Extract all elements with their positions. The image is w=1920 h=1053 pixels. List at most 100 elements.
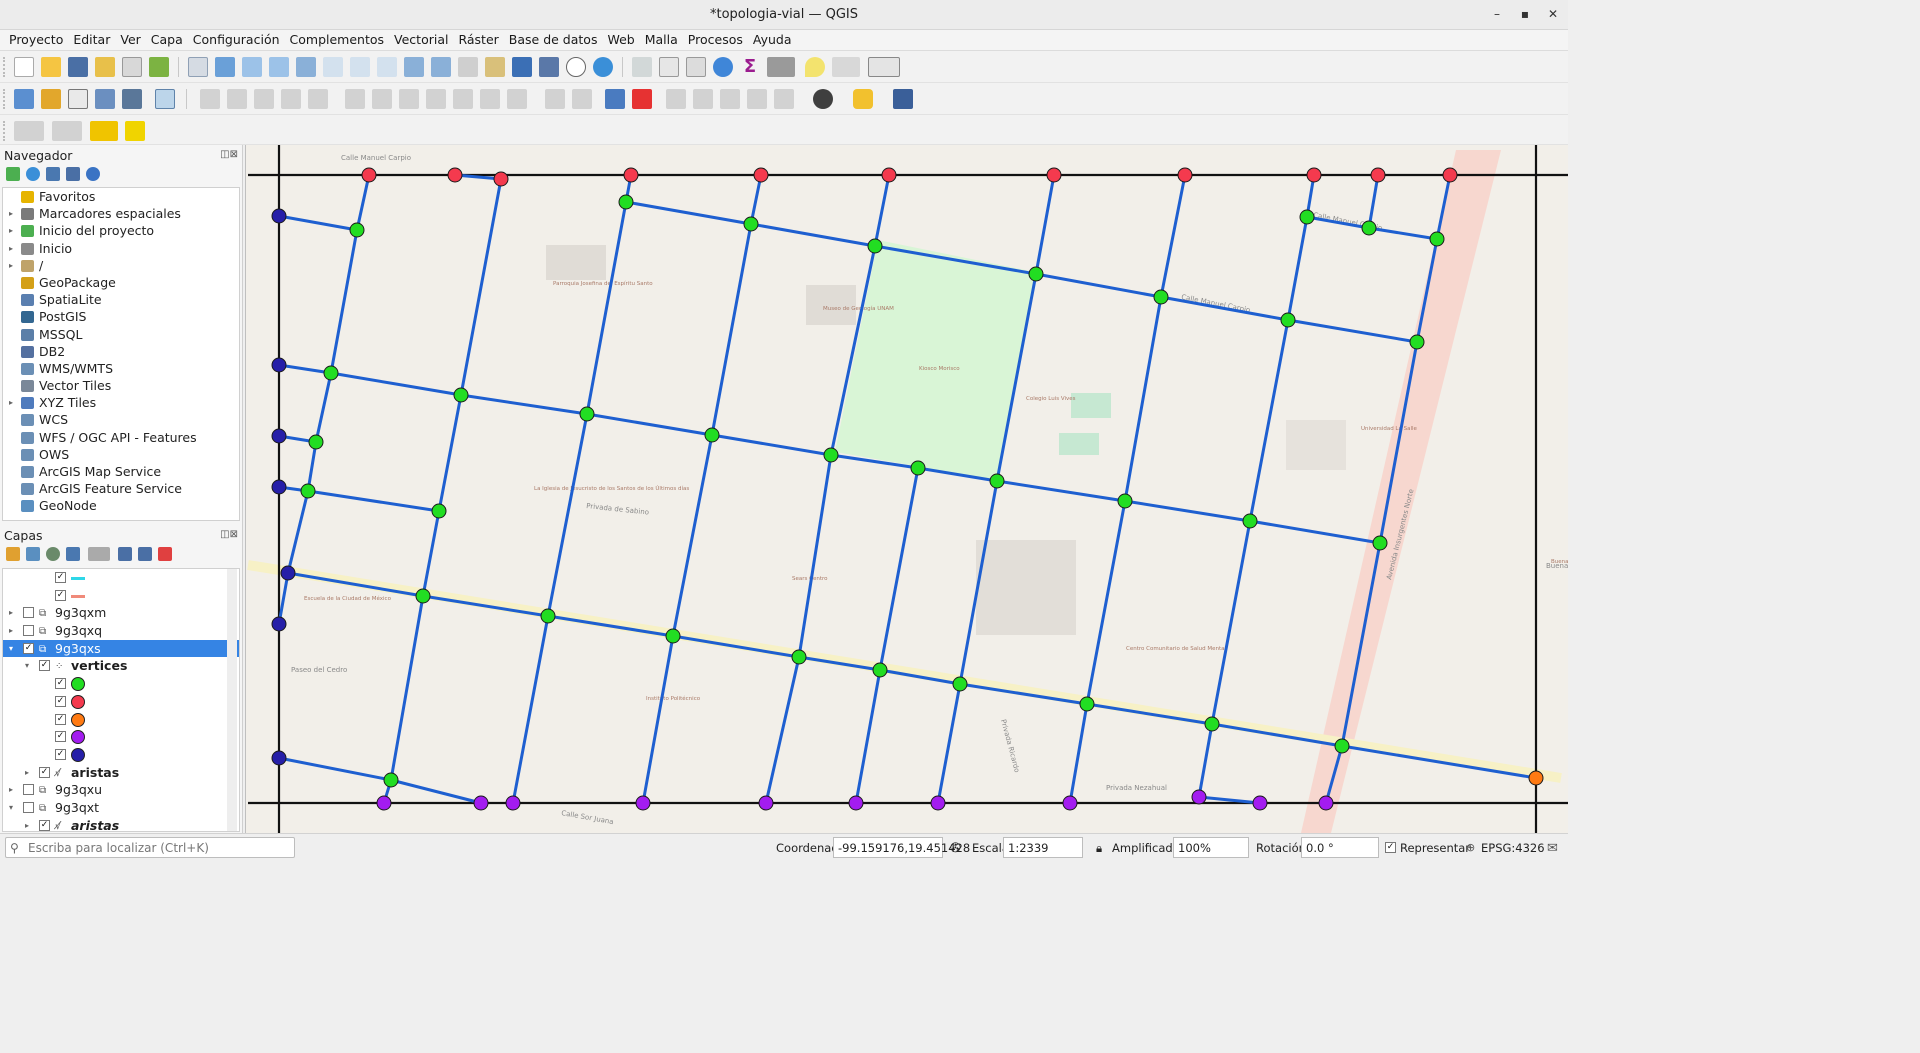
menu-web[interactable]: Web (602, 30, 639, 50)
expand-arrow-icon[interactable]: ▸ (25, 764, 29, 781)
layer-row[interactable]: ✓ (3, 728, 239, 746)
expand-arrow-icon[interactable]: ▸ (9, 205, 13, 222)
layer-visibility-checkbox[interactable]: ✓ (55, 731, 66, 743)
layer-row[interactable]: ▸ ⧉ 9g3qxu (3, 781, 239, 799)
navigator-item[interactable]: OWS (3, 446, 239, 463)
coordinate-toggle-icon[interactable]: ✇ (950, 841, 961, 856)
lock-icon[interactable]: 🔒︎ (1096, 841, 1102, 856)
rotate-label-icon[interactable] (747, 89, 767, 109)
refresh-icon[interactable] (26, 167, 40, 181)
panel-float-close-icon[interactable]: ◫⊠ (220, 149, 238, 160)
zoom-full-icon[interactable] (296, 57, 316, 77)
remove-layer-icon[interactable] (158, 547, 172, 561)
map-tips-icon[interactable] (805, 57, 825, 77)
undo-icon[interactable] (480, 89, 500, 109)
select-location-icon[interactable] (125, 121, 145, 141)
temporal-controller-icon[interactable] (566, 57, 586, 77)
deselect-icon[interactable] (90, 121, 118, 141)
add-group-icon[interactable] (26, 547, 40, 561)
delete-selected-icon[interactable] (372, 89, 392, 109)
scale-combobox[interactable]: 1:2339 (1003, 837, 1083, 858)
new-project-icon[interactable] (14, 57, 34, 77)
expand-arrow-icon[interactable]: ▸ (25, 817, 29, 831)
layer-visibility-checkbox[interactable]: ✓ (55, 695, 66, 707)
zoom-native-icon[interactable] (377, 57, 397, 77)
expand-all-icon[interactable] (118, 547, 132, 561)
edit-pencil-icon[interactable] (200, 89, 220, 109)
locator-search-input[interactable]: Escriba para localizar (Ctrl+K) (5, 837, 295, 858)
messages-icon[interactable]: ✉ (1547, 841, 1558, 856)
menu-raster[interactable]: Ráster (453, 30, 503, 50)
pan-map-icon[interactable] (188, 57, 208, 77)
layer-visibility-checkbox[interactable]: ✓ (55, 572, 66, 583)
render-checkbox[interactable]: ✓ (1385, 842, 1396, 853)
expand-arrow-icon[interactable]: ▸ (9, 781, 13, 798)
menu-editar[interactable]: Editar (68, 30, 115, 50)
layer-row[interactable]: ✓ (3, 569, 239, 587)
vertex-tool-icon[interactable] (308, 89, 328, 109)
panel-float-close-icon[interactable]: ◫⊠ (220, 529, 238, 540)
menu-complementos[interactable]: Complementos (285, 30, 390, 50)
data-source-manager-icon[interactable] (14, 89, 34, 109)
map-canvas[interactable]: Calle Manuel Carpio Calle Manuel Carpio Ca… (245, 145, 1568, 833)
layer-visibility-checkbox[interactable]: ✓ (39, 819, 50, 831)
navigator-item[interactable]: PostGIS (3, 308, 239, 325)
menu-vectorial[interactable]: Vectorial (389, 30, 453, 50)
navigator-item[interactable]: ▸ Marcadores espaciales (3, 205, 239, 222)
layer-row[interactable]: ▸ ⧉ 9g3qxq (3, 622, 239, 640)
layer-visibility-checkbox[interactable] (23, 607, 34, 619)
layer-row[interactable]: ▸ ⧉ 9g3qxm (3, 604, 239, 622)
layer-visibility-checkbox[interactable] (23, 784, 34, 796)
layer-visibility-checkbox[interactable]: ✓ (23, 642, 34, 654)
layer-visibility-checkbox[interactable] (23, 801, 34, 813)
add-raster-layer-icon[interactable] (95, 89, 115, 109)
add-delimited-layer-icon[interactable] (155, 89, 175, 109)
label-tool-icon[interactable] (545, 89, 565, 109)
menu-capa[interactable]: Capa (146, 30, 188, 50)
pan-to-selection-icon[interactable] (215, 57, 235, 77)
menu-ver[interactable]: Ver (115, 30, 145, 50)
layer-row[interactable]: ▾ ⧉ 9g3qxt (3, 799, 239, 817)
expand-arrow-icon[interactable]: ▾ (9, 799, 13, 816)
layer-visibility-checkbox[interactable]: ✓ (55, 713, 66, 725)
show-bookmarks-icon[interactable] (539, 57, 559, 77)
layer-row[interactable]: ✓ (3, 746, 239, 764)
crs-button[interactable]: EPSG:4326 (1481, 841, 1545, 855)
show-hide-label-icon[interactable] (693, 89, 713, 109)
toolbar-grip[interactable] (3, 57, 7, 77)
navigator-item[interactable]: DB2 (3, 343, 239, 360)
rotation-spinbox[interactable]: 0.0 ° (1301, 837, 1379, 858)
expand-arrow-icon[interactable]: ▸ (9, 257, 13, 274)
layer-row[interactable]: ✓ (3, 711, 239, 729)
zoom-out-icon[interactable] (269, 57, 289, 77)
pin-label-icon[interactable] (666, 89, 686, 109)
processing-toolbox-icon[interactable] (713, 57, 733, 77)
layer-visibility-checkbox[interactable]: ✓ (55, 748, 66, 760)
collapse-all-icon[interactable] (138, 547, 152, 561)
layer-row[interactable]: ✓ (3, 693, 239, 711)
manage-visibility-icon[interactable] (46, 547, 60, 561)
move-label-icon[interactable] (720, 89, 740, 109)
style-manager-icon[interactable] (149, 57, 169, 77)
filter-icon[interactable] (46, 167, 60, 181)
zoom-next-icon[interactable] (431, 57, 451, 77)
navigator-item[interactable]: ▸ Inicio del proyecto (3, 222, 239, 239)
close-window-button[interactable]: ✕ (1545, 7, 1561, 21)
new-layer-icon[interactable] (41, 89, 61, 109)
text-annotation-icon[interactable] (868, 57, 900, 77)
expand-arrow-icon[interactable]: ▸ (9, 394, 13, 411)
expand-arrow-icon[interactable]: ▸ (9, 240, 13, 257)
navigator-item[interactable]: MSSQL (3, 326, 239, 343)
layer-visibility-checkbox[interactable]: ✓ (39, 660, 50, 672)
change-label-icon[interactable] (774, 89, 794, 109)
select-by-expression-icon[interactable] (14, 121, 44, 141)
select-feature-icon[interactable] (832, 57, 860, 77)
paste-features-icon[interactable] (453, 89, 473, 109)
save-edits-icon[interactable] (254, 89, 274, 109)
add-mesh-layer-icon[interactable] (122, 89, 142, 109)
redo-icon[interactable] (507, 89, 527, 109)
open-attribute-table-icon[interactable] (659, 57, 679, 77)
layer-row[interactable]: ✓ (3, 675, 239, 693)
layout-manager-icon[interactable] (122, 57, 142, 77)
layers-scrollbar[interactable] (227, 569, 237, 831)
